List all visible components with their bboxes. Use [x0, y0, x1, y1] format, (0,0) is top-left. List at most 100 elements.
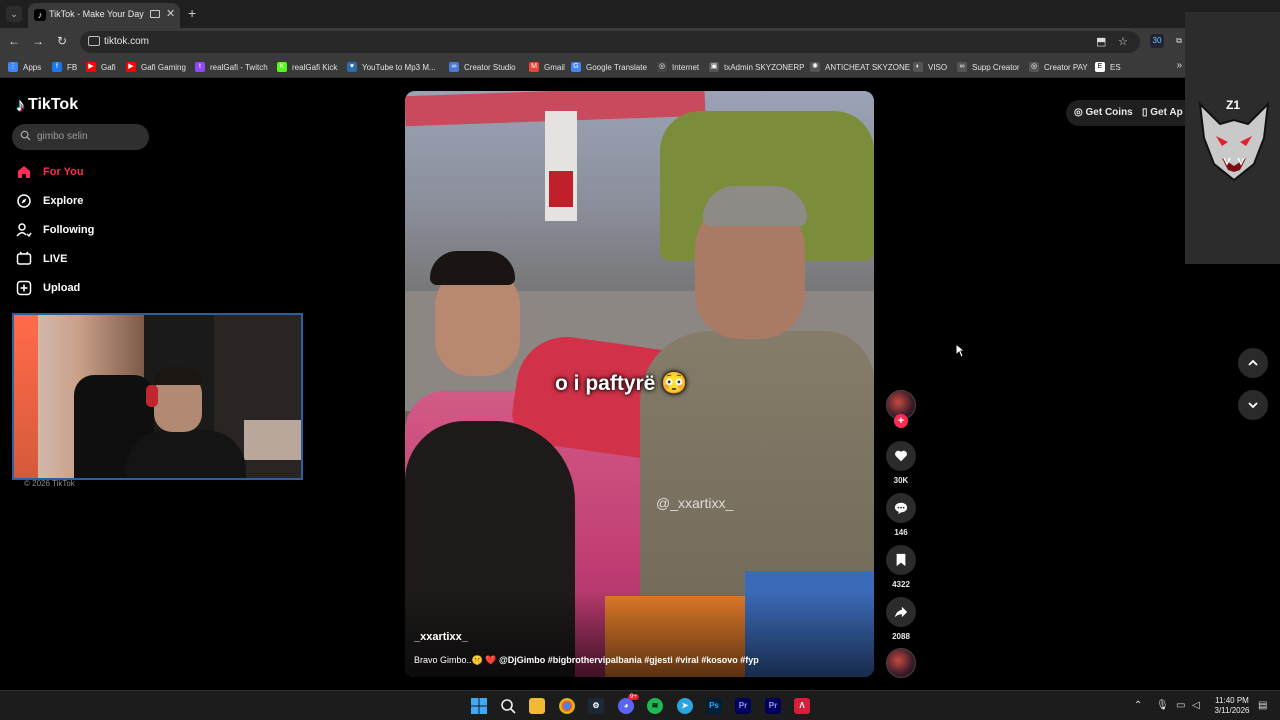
bookmark-item[interactable]: ▶ Gafi Gaming — [126, 61, 186, 73]
bookmark-item[interactable]: ◎ Internet — [657, 61, 699, 73]
bookmark-item[interactable]: ◐ VISO — [913, 61, 947, 73]
nav-for-you[interactable]: For You — [16, 163, 84, 181]
install-app-icon[interactable]: ⬒ — [1096, 35, 1106, 48]
telegram-icon[interactable]: ➤ — [677, 698, 693, 714]
bookmark-label: ES — [1110, 62, 1121, 72]
close-tab-icon[interactable]: ✕ — [166, 7, 175, 20]
bookmark-item[interactable]: ∞ Supp Creator — [957, 61, 1020, 73]
like-count: 30K — [893, 476, 909, 485]
bookmark-favicon-icon: t — [195, 62, 205, 72]
get-app-button[interactable]: ▯ Get Ap — [1142, 107, 1183, 118]
bookmark-favicon-icon: M — [529, 62, 539, 72]
tab-search-icon[interactable]: ⌄ — [6, 6, 22, 22]
get-coins-button[interactable]: ◎ Get Coins — [1074, 107, 1133, 118]
reload-icon[interactable]: ↻ — [54, 34, 70, 48]
bookmark-item[interactable]: ✺ ANTICHEAT SKYZONE — [810, 61, 910, 73]
bookmark-item[interactable]: E ES — [1095, 61, 1121, 73]
comment-count: 146 — [894, 528, 908, 537]
bookmark-label: ANTICHEAT SKYZONE — [825, 62, 911, 72]
bookmark-favicon-icon: f — [52, 62, 62, 72]
nav-label: Explore — [43, 195, 84, 207]
save-button[interactable] — [886, 545, 916, 575]
clock[interactable]: 11:40 PM 3/11/2026 — [1210, 696, 1254, 716]
back-icon[interactable]: ← — [6, 34, 22, 48]
bookmark-label: Internet — [672, 62, 700, 72]
windows-taskbar: ⚙ ◕ 9+ ≋ ➤ Ps Pr Pr Λ ⌃ 🎙 ▭ ◁ 11:40 PM 3… — [0, 690, 1280, 720]
volume-icon[interactable]: ◁ — [1192, 700, 1200, 711]
bookmark-item[interactable]: ⋮ Apps — [8, 61, 41, 73]
bookmark-item[interactable]: ♥ YouTube to Mp3 M... — [347, 61, 436, 73]
bookmark-item[interactable]: ▶ Gafi — [86, 61, 116, 73]
search-input[interactable]: gimbo selin — [12, 124, 149, 150]
nav-explore[interactable]: Explore — [16, 192, 83, 210]
url-text: tiktok.com — [104, 36, 150, 47]
share-button[interactable] — [886, 597, 916, 627]
tiktok-logo[interactable]: ♪ TikTok — [16, 94, 78, 116]
new-tab-icon[interactable]: + — [188, 5, 196, 21]
forward-icon[interactable]: → — [30, 34, 46, 48]
bookmark-favicon-icon: ◐ — [913, 62, 923, 72]
extension-badge: 30 — [1152, 36, 1162, 45]
description-tags[interactable]: @DjGimbo #bigbrothervipalbania #gjesti #… — [499, 655, 759, 665]
nav-following[interactable]: Following — [16, 221, 94, 239]
discord-icon[interactable]: ◕ — [618, 698, 634, 714]
more-bookmarks-icon[interactable]: » — [1176, 60, 1182, 71]
bookmark-star-icon[interactable]: ☆ — [1118, 35, 1128, 48]
search-icon[interactable] — [20, 130, 31, 141]
nav-label: LIVE — [43, 253, 68, 265]
extension-icon[interactable]: 30 — [1150, 34, 1164, 48]
bookmark-label: Google Translate — [586, 62, 647, 72]
bookmark-item[interactable]: ◎ Creator PAY — [1029, 61, 1088, 73]
bookmark-label: VISO — [928, 62, 948, 72]
site-info-icon[interactable] — [88, 36, 100, 46]
follow-plus-icon[interactable]: + — [894, 414, 908, 428]
heart-icon — [895, 450, 907, 462]
bookmark-item[interactable]: KrealGafi Kick — [277, 61, 337, 73]
bookmarks-bar: ⋮ Apps f FB ▶ Gafi ▶ Gafi Gaming t realGafi - Twi… — [0, 56, 1280, 78]
tiktok-note-icon: ♪ — [16, 94, 25, 115]
music-disc-icon[interactable] — [886, 648, 916, 678]
nav-upload[interactable]: Upload — [16, 279, 80, 297]
spotify-icon[interactable]: ≋ — [647, 698, 663, 714]
app-icon[interactable]: Λ — [794, 698, 810, 714]
nav-live[interactable]: LIVE — [16, 250, 67, 268]
bookmark-favicon-icon: ♥ — [347, 62, 357, 72]
overlay-badge: Z1 — [1226, 98, 1241, 112]
webcam-headset — [146, 385, 158, 407]
next-video-button[interactable] — [1238, 390, 1268, 420]
previous-video-button[interactable] — [1238, 348, 1268, 378]
photoshop-icon[interactable]: Ps — [706, 698, 722, 714]
steam-icon[interactable]: ⚙ — [588, 698, 604, 714]
bookmark-item[interactable]: ▣ txAdmin SKYZONERP — [709, 61, 804, 73]
premiere-pro-icon[interactable]: Pr — [765, 698, 781, 714]
notifications-icon[interactable]: ▤ — [1258, 700, 1267, 711]
bookmark-item[interactable]: ∞ Creator Studio — [449, 61, 516, 73]
bookmark-label: Creator PAY — [1044, 62, 1088, 72]
file-explorer-icon[interactable] — [529, 698, 545, 714]
address-bar[interactable]: tiktok.com ⬒ ☆ — [80, 31, 1140, 53]
bookmark-favicon-icon: ▶ — [86, 62, 96, 72]
like-button[interactable] — [886, 441, 916, 471]
chrome-icon[interactable] — [559, 698, 575, 714]
browser-tab-tiktok[interactable]: ♪ TikTok - Make Your Day ✕ — [28, 3, 180, 28]
network-icon[interactable]: ▭ — [1176, 700, 1185, 711]
bookmark-label: FB — [67, 62, 78, 72]
bookmark-item[interactable]: f FB — [52, 61, 77, 73]
comment-button[interactable] — [886, 493, 916, 523]
tab-media-icon[interactable] — [150, 10, 160, 18]
taskbar-search-icon[interactable] — [500, 698, 516, 714]
bookmark-favicon-icon: E — [1095, 62, 1105, 72]
following-icon — [16, 222, 32, 238]
microphone-icon[interactable]: 🎙 — [1156, 700, 1169, 711]
premiere-icon[interactable]: Pr — [735, 698, 751, 714]
bookmark-item[interactable]: M Gmail — [529, 61, 565, 73]
video-person-left-hair — [430, 251, 515, 285]
bookmark-label: Gmail — [544, 62, 565, 72]
clock-time: 11:40 PM — [1215, 696, 1249, 705]
tray-chevron-icon[interactable]: ⌃ — [1134, 700, 1142, 711]
bookmark-item[interactable]: t realGafi - Twitch — [195, 61, 268, 73]
windows-start-icon[interactable] — [471, 698, 487, 714]
bookmark-item[interactable]: G Google Translate — [571, 61, 647, 73]
extensions-puzzle-icon[interactable]: ⧉ — [1172, 34, 1186, 48]
video-author[interactable]: _xxartixx_ — [414, 631, 468, 643]
